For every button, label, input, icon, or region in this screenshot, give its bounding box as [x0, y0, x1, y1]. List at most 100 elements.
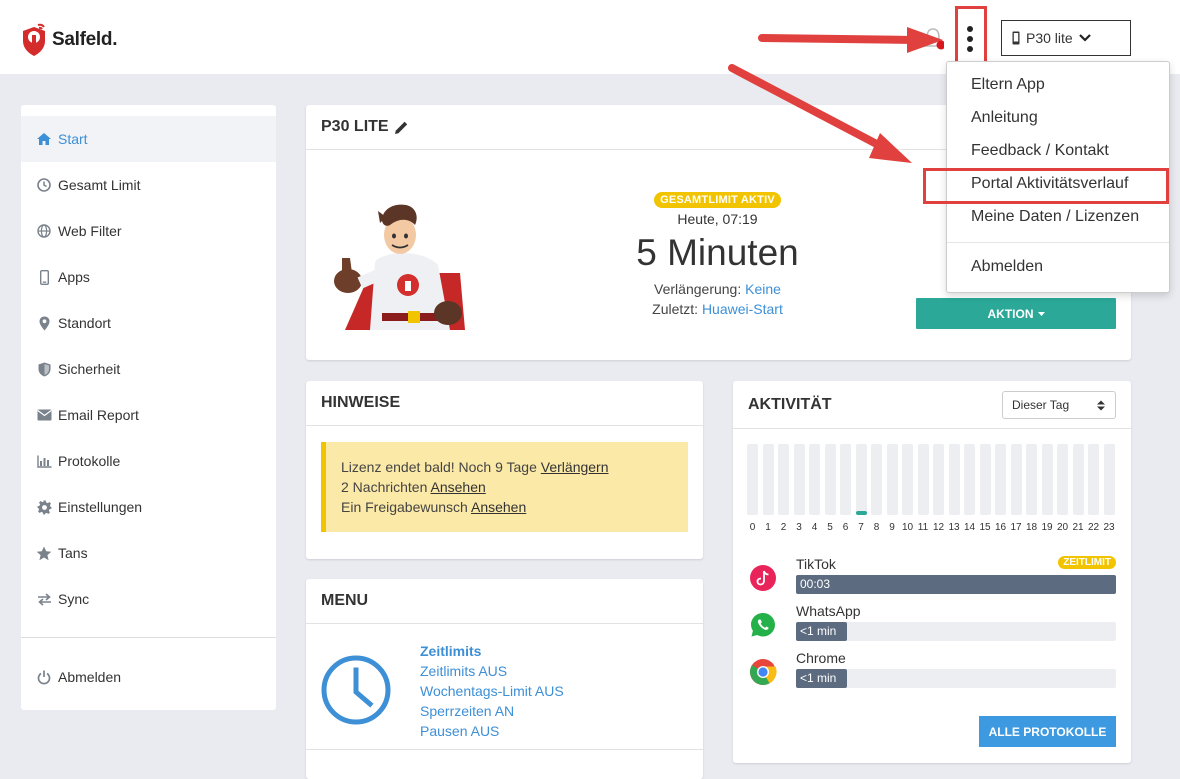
app-name: WhatsApp	[796, 603, 861, 619]
chevron-down-icon	[1078, 34, 1091, 42]
hour-label: 18	[1026, 522, 1038, 533]
sidebar-item-logout[interactable]: Abmelden	[21, 654, 276, 700]
remaining-time: 5 Minuten	[636, 232, 799, 273]
period-select[interactable]: Dieser Tag	[1002, 391, 1116, 419]
sidebar-item-sync[interactable]: Sync	[21, 576, 276, 622]
hour-bar-23	[1103, 444, 1115, 515]
action-dropdown-button[interactable]: AKTION	[916, 298, 1116, 329]
device-title: P30 LITE	[321, 118, 389, 135]
menu-item-abmelden[interactable]: Abmelden	[971, 258, 1043, 276]
hour-bar-13	[948, 444, 960, 515]
card-header: HINWEISE	[306, 381, 703, 426]
chrome-icon	[750, 659, 777, 685]
sidebar: Start Gesamt Limit Web Filter Apps Stand…	[21, 105, 276, 710]
menu-item-meine-daten[interactable]: Meine Daten / Lizenzen	[971, 208, 1139, 226]
menu-item-anleitung[interactable]: Anleitung	[971, 109, 1038, 127]
hour-label: 20	[1057, 522, 1069, 533]
sidebar-item-start[interactable]: Start	[21, 116, 276, 162]
sidebar-item-standort[interactable]: Standort	[21, 300, 276, 346]
menu-link[interactable]: Zeitlimits AUS	[420, 661, 564, 681]
hour-label: 7	[858, 522, 864, 533]
sidebar-item-einstellungen[interactable]: Einstellungen	[21, 484, 276, 530]
menu-divider	[947, 242, 1169, 243]
bell-icon[interactable]	[922, 26, 944, 52]
clock-icon	[321, 655, 391, 725]
activity-title: AKTIVITÄT	[748, 395, 832, 413]
menu-heading-zeitlimits[interactable]: Zeitlimits	[420, 641, 564, 661]
sidebar-item-apps[interactable]: Apps	[21, 254, 276, 300]
notice-text: Ein Freigabewunsch	[341, 499, 468, 515]
sidebar-item-label: Start	[58, 131, 88, 147]
hour-bar-2	[778, 444, 789, 515]
limit-status: GESAMTLIMIT AKTIV Heute, 07:19 5 Minuten…	[610, 190, 825, 319]
notices-title: HINWEISE	[321, 394, 401, 411]
hour-bar-6	[840, 444, 851, 515]
sidebar-item-protokolle[interactable]: Protokolle	[21, 438, 276, 484]
extension-link[interactable]: Keine	[745, 281, 781, 297]
usage-bar-fill: <1 min	[796, 622, 848, 641]
envelope-icon	[36, 407, 52, 423]
highlight-box-portal	[923, 168, 1169, 204]
hour-label: 0	[749, 522, 756, 533]
salfeld-logo-icon	[23, 23, 45, 56]
hour-bar-14	[964, 444, 975, 515]
brand-name: Salfeld.	[52, 29, 118, 50]
menu-item-eltern-app[interactable]: Eltern App	[971, 76, 1045, 94]
edit-pencil-icon[interactable]	[394, 120, 409, 135]
map-marker-icon	[36, 315, 52, 331]
notice-box: Lizenz endet bald! Noch 9 Tage Verlänger…	[321, 442, 688, 532]
extension-label: Verlängerung:	[654, 281, 742, 297]
hour-bar-16	[995, 444, 1006, 515]
sidebar-item-gesamt-limit[interactable]: Gesamt Limit	[21, 162, 276, 208]
hour-bar-12	[933, 444, 944, 515]
view-request-link[interactable]: Ansehen	[471, 499, 526, 515]
hour-label: 16	[995, 522, 1007, 533]
hour-label: 22	[1088, 522, 1100, 533]
highlight-box-kebab	[955, 6, 987, 69]
hour-bar-17	[1010, 444, 1022, 515]
app-usage-row[interactable]: Chrome <1 min	[747, 650, 1116, 690]
logo[interactable]: Salfeld.	[20, 22, 117, 58]
menu-link[interactable]: Pausen AUS	[420, 721, 564, 741]
notice-text: Lizenz endet bald! Noch 9 Tage	[341, 459, 537, 475]
hour-bar-8	[871, 444, 882, 515]
view-messages-link[interactable]: Ansehen	[431, 479, 486, 495]
card-header: MENU	[306, 579, 703, 624]
usage-bar-fill: 00:03	[796, 575, 1116, 594]
clock-icon	[36, 177, 52, 193]
app-usage-row[interactable]: TikTok ZEITLIMIT 00:03	[747, 556, 1116, 596]
hour-label: 11	[917, 522, 929, 533]
hour-bar-19	[1041, 444, 1053, 515]
superhero-mascot-illustration	[334, 204, 465, 330]
hour-bar-4	[809, 444, 820, 515]
caret-down-icon	[1037, 311, 1045, 316]
sidebar-item-label: Web Filter	[58, 223, 122, 239]
sidebar-item-sicherheit[interactable]: Sicherheit	[21, 346, 276, 392]
hour-label: 5	[827, 522, 833, 533]
sidebar-item-web-filter[interactable]: Web Filter	[21, 208, 276, 254]
sidebar-item-email-report[interactable]: Email Report	[21, 392, 276, 438]
renew-link[interactable]: Verlängern	[541, 459, 609, 475]
sidebar-item-label: Tans	[58, 545, 88, 561]
sidebar-item-label: Apps	[58, 269, 90, 285]
menu-link[interactable]: Wochentags-Limit AUS	[420, 681, 564, 701]
divider	[306, 749, 703, 750]
app-name: Chrome	[796, 650, 846, 666]
menu-item-feedback[interactable]: Feedback / Kontakt	[971, 142, 1109, 160]
app-name: TikTok	[796, 556, 836, 572]
all-logs-button[interactable]: ALLE PROTOKOLLE	[979, 716, 1116, 747]
sidebar-item-label: Protokolle	[58, 453, 121, 469]
device-selector[interactable]: P30 lite	[1001, 20, 1131, 56]
action-button-label: AKTION	[987, 306, 1034, 321]
menu-link[interactable]: Sperrzeiten AN	[420, 701, 564, 721]
hour-bar-10	[902, 444, 913, 515]
hour-label: 3	[796, 522, 802, 533]
notice-text: 2 Nachrichten	[341, 479, 428, 495]
sidebar-item-label: Email Report	[58, 407, 139, 423]
sidebar-item-tans[interactable]: Tans	[21, 530, 276, 576]
hour-label: 9	[889, 522, 895, 533]
sidebar-item-label: Standort	[58, 315, 111, 331]
menu-card: MENU Zeitlimits Zeitlimits AUS Wochentag…	[306, 579, 703, 779]
app-usage-row[interactable]: WhatsApp <1 min	[747, 603, 1116, 643]
last-app-link[interactable]: Huawei-Start	[702, 301, 783, 317]
